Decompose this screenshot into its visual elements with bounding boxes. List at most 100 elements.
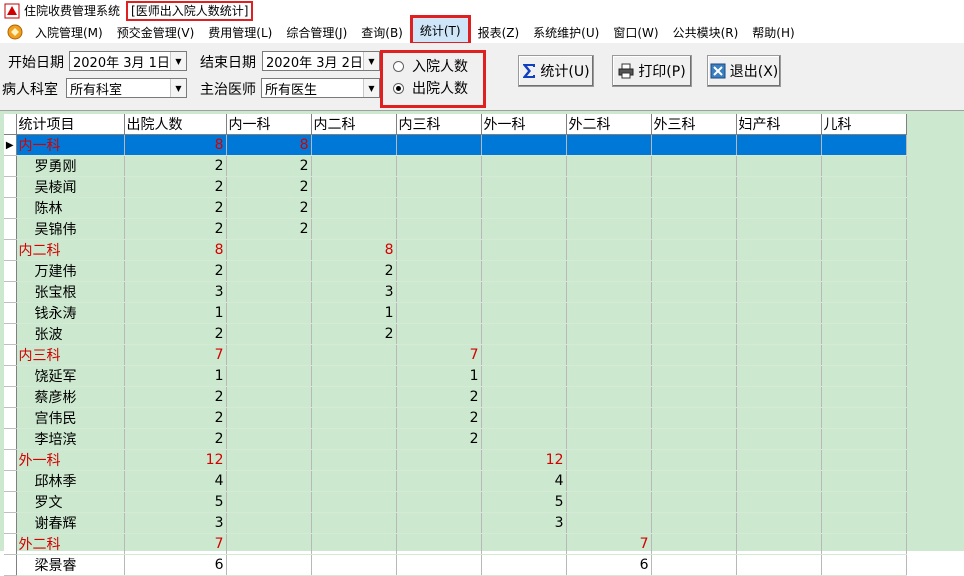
end-date-picker[interactable]: 2020年 3月 2日 ▼	[262, 51, 380, 71]
department-count-cell[interactable]	[736, 155, 822, 177]
department-count-cell[interactable]	[821, 302, 907, 324]
department-count-cell[interactable]	[736, 386, 822, 408]
department-count-cell[interactable]	[566, 470, 652, 492]
department-count-cell[interactable]	[736, 407, 822, 429]
department-count-cell[interactable]	[736, 449, 822, 471]
row-indicator[interactable]: ▶	[4, 134, 17, 156]
department-count-cell[interactable]	[566, 428, 652, 450]
radio-indicator[interactable]	[393, 82, 404, 94]
department-count-cell[interactable]	[311, 344, 397, 366]
doctor-row[interactable]: 蔡彦彬 2 2	[4, 386, 907, 408]
department-count-cell[interactable]	[226, 260, 312, 282]
doctor-select[interactable]: 所有医生 ▼	[261, 78, 380, 98]
department-count-cell[interactable]	[311, 134, 397, 156]
department-count-cell[interactable]	[821, 491, 907, 513]
discharge-total-cell[interactable]: 2	[124, 323, 227, 345]
department-count-cell[interactable]	[226, 407, 312, 429]
doctor-name-cell[interactable]: 罗文	[16, 491, 125, 513]
chevron-down-icon[interactable]: ▼	[363, 79, 379, 97]
doctor-row[interactable]: 罗文 5 5	[4, 491, 907, 513]
department-count-cell[interactable]	[736, 512, 822, 534]
department-count-cell[interactable]	[311, 533, 397, 555]
department-count-cell[interactable]	[651, 239, 737, 261]
department-count-cell[interactable]: 1	[311, 302, 397, 324]
department-count-cell[interactable]: 8	[226, 134, 312, 156]
discharge-total-cell[interactable]: 7	[124, 344, 227, 366]
department-count-cell[interactable]: 8	[311, 239, 397, 261]
department-name-cell[interactable]: 外一科	[16, 449, 125, 471]
department-name-cell[interactable]: 内二科	[16, 239, 125, 261]
department-count-cell[interactable]	[736, 491, 822, 513]
doctor-row[interactable]: 邱林季 4 4	[4, 470, 907, 492]
discharge-count-radio[interactable]: 出院人数	[393, 78, 468, 98]
department-count-cell[interactable]	[821, 155, 907, 177]
department-count-cell[interactable]	[396, 554, 482, 576]
column-header[interactable]: 妇产科	[736, 114, 822, 135]
department-count-cell[interactable]	[481, 281, 567, 303]
department-count-cell[interactable]	[311, 176, 397, 198]
discharge-total-cell[interactable]: 8	[124, 134, 227, 156]
department-count-cell[interactable]	[566, 197, 652, 219]
department-count-cell[interactable]	[566, 449, 652, 471]
department-count-cell[interactable]	[481, 407, 567, 429]
department-count-cell[interactable]	[736, 323, 822, 345]
doctor-name-cell[interactable]: 陈林	[16, 197, 125, 219]
department-select[interactable]: 所有科室 ▼	[66, 78, 187, 98]
department-count-cell[interactable]	[226, 470, 312, 492]
department-count-cell[interactable]	[226, 491, 312, 513]
department-count-cell[interactable]	[651, 407, 737, 429]
department-count-cell[interactable]	[651, 176, 737, 198]
row-indicator[interactable]	[4, 197, 17, 219]
discharge-total-cell[interactable]: 6	[124, 554, 227, 576]
department-count-cell[interactable]	[311, 407, 397, 429]
doctor-name-cell[interactable]: 吴锦伟	[16, 218, 125, 240]
department-count-cell[interactable]	[481, 554, 567, 576]
department-count-cell[interactable]	[821, 407, 907, 429]
department-count-cell[interactable]	[566, 491, 652, 513]
doctor-name-cell[interactable]: 罗勇刚	[16, 155, 125, 177]
doctor-row[interactable]: 李培滨 2 2	[4, 428, 907, 450]
doctor-row[interactable]: 梁景睿 6 6	[4, 554, 907, 576]
department-count-cell[interactable]	[481, 428, 567, 450]
department-count-cell[interactable]	[396, 323, 482, 345]
row-indicator[interactable]	[4, 155, 17, 177]
system-menu-icon[interactable]	[6, 23, 24, 41]
department-count-cell[interactable]	[396, 176, 482, 198]
department-count-cell[interactable]	[396, 281, 482, 303]
doctor-name-cell[interactable]: 张波	[16, 323, 125, 345]
department-count-cell[interactable]	[396, 260, 482, 282]
department-count-cell[interactable]	[481, 155, 567, 177]
department-count-cell[interactable]	[651, 491, 737, 513]
doctor-name-cell[interactable]: 吴棱闻	[16, 176, 125, 198]
column-header[interactable]: 儿科	[821, 114, 907, 135]
department-count-cell[interactable]	[396, 134, 482, 156]
department-count-cell[interactable]	[311, 365, 397, 387]
department-count-cell[interactable]	[566, 344, 652, 366]
department-count-cell[interactable]	[311, 449, 397, 471]
row-indicator[interactable]	[4, 386, 17, 408]
department-count-cell[interactable]: 2	[226, 176, 312, 198]
department-count-cell[interactable]	[821, 134, 907, 156]
department-count-cell[interactable]	[821, 176, 907, 198]
menu-maintenance[interactable]: 系统维护(U)	[526, 22, 606, 42]
department-count-cell[interactable]	[821, 239, 907, 261]
department-count-cell[interactable]	[566, 386, 652, 408]
department-name-cell[interactable]: 外二科	[16, 533, 125, 555]
row-indicator[interactable]	[4, 323, 17, 345]
row-indicator[interactable]	[4, 239, 17, 261]
menu-admission[interactable]: 入院管理(M)	[28, 22, 110, 42]
menu-general[interactable]: 综合管理(J)	[279, 22, 354, 42]
row-indicator[interactable]	[4, 512, 17, 534]
department-count-cell[interactable]	[736, 533, 822, 555]
department-count-cell[interactable]	[396, 302, 482, 324]
discharge-total-cell[interactable]: 1	[124, 365, 227, 387]
department-row[interactable]: 内二科 8 8	[4, 239, 907, 261]
doctor-name-cell[interactable]: 李培滨	[16, 428, 125, 450]
doctor-row[interactable]: 吴锦伟 2 2	[4, 218, 907, 240]
statistics-grid[interactable]: 统计项目 出院人数 内一科 内二科 内三科 外一科 外二科 外三科 妇产科 儿科 ▶ 内一科 8 8 罗勇…	[4, 114, 907, 576]
department-count-cell[interactable]	[651, 302, 737, 324]
department-count-cell[interactable]	[651, 134, 737, 156]
radio-indicator[interactable]	[393, 60, 404, 72]
department-count-cell[interactable]	[651, 155, 737, 177]
department-count-cell[interactable]	[821, 428, 907, 450]
